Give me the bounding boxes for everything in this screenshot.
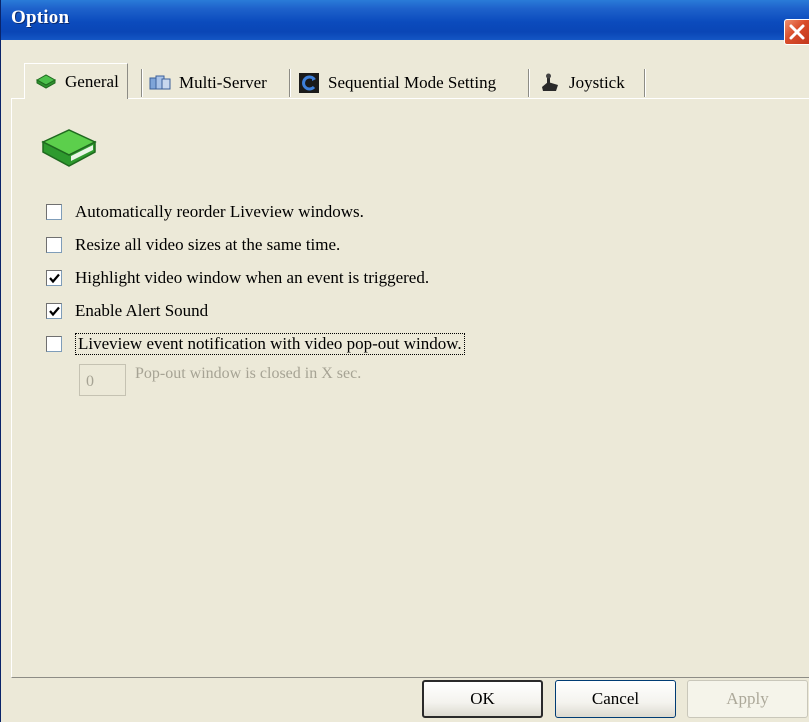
sequence-icon bbox=[299, 73, 319, 93]
ok-button[interactable]: OK bbox=[422, 680, 543, 718]
tab-sequential-mode[interactable]: Sequential Mode Setting bbox=[298, 67, 496, 99]
checkmark-icon bbox=[49, 273, 60, 284]
tab-label: General bbox=[65, 71, 119, 91]
popout-notification-checkbox[interactable] bbox=[46, 336, 62, 352]
tab-multi-server[interactable]: Multi-Server bbox=[149, 67, 267, 99]
general-book-icon bbox=[41, 129, 97, 167]
tab-general[interactable]: General bbox=[24, 63, 128, 99]
popout-seconds-row: 0 Pop-out window is closed in X sec. bbox=[79, 364, 361, 396]
window-title: Option bbox=[11, 7, 70, 28]
highlight-window-checkbox[interactable] bbox=[46, 270, 62, 286]
checkmark-icon bbox=[49, 306, 60, 317]
close-button[interactable] bbox=[784, 19, 809, 45]
option-popout-notification[interactable]: Liveview event notification with video p… bbox=[46, 333, 465, 355]
resize-all-checkbox[interactable] bbox=[46, 237, 62, 253]
green-book-icon bbox=[35, 73, 57, 89]
option-highlight-window[interactable]: Highlight video window when an event is … bbox=[46, 267, 429, 289]
auto-reorder-checkbox[interactable] bbox=[46, 204, 62, 220]
option-dialog: Option General Multi-Server Sequential M… bbox=[0, 0, 809, 722]
option-resize-all[interactable]: Resize all video sizes at the same time. bbox=[46, 234, 340, 256]
option-label: Automatically reorder Liveview windows. bbox=[75, 202, 364, 221]
title-bar[interactable]: Option bbox=[1, 0, 809, 45]
popout-seconds-label: Pop-out window is closed in X sec. bbox=[135, 365, 362, 382]
tab-label: Joystick bbox=[569, 73, 625, 92]
option-alert-sound[interactable]: Enable Alert Sound bbox=[46, 300, 208, 322]
popout-seconds-input[interactable]: 0 bbox=[79, 364, 126, 396]
option-label: Highlight video window when an event is … bbox=[75, 268, 430, 287]
apply-button[interactable]: Apply bbox=[687, 680, 808, 718]
option-auto-reorder[interactable]: Automatically reorder Liveview windows. bbox=[46, 201, 364, 223]
servers-icon bbox=[149, 75, 171, 90]
cancel-button[interactable]: Cancel bbox=[555, 680, 676, 718]
option-label: Resize all video sizes at the same time. bbox=[75, 235, 341, 254]
close-icon bbox=[789, 24, 805, 40]
tab-label: Multi-Server bbox=[179, 73, 267, 92]
tab-label: Sequential Mode Setting bbox=[328, 73, 497, 92]
alert-sound-checkbox[interactable] bbox=[46, 303, 62, 319]
joystick-icon bbox=[542, 73, 558, 91]
option-label: Enable Alert Sound bbox=[75, 301, 209, 320]
option-label: Liveview event notification with video p… bbox=[75, 333, 465, 355]
tab-joystick[interactable]: Joystick bbox=[539, 67, 625, 99]
